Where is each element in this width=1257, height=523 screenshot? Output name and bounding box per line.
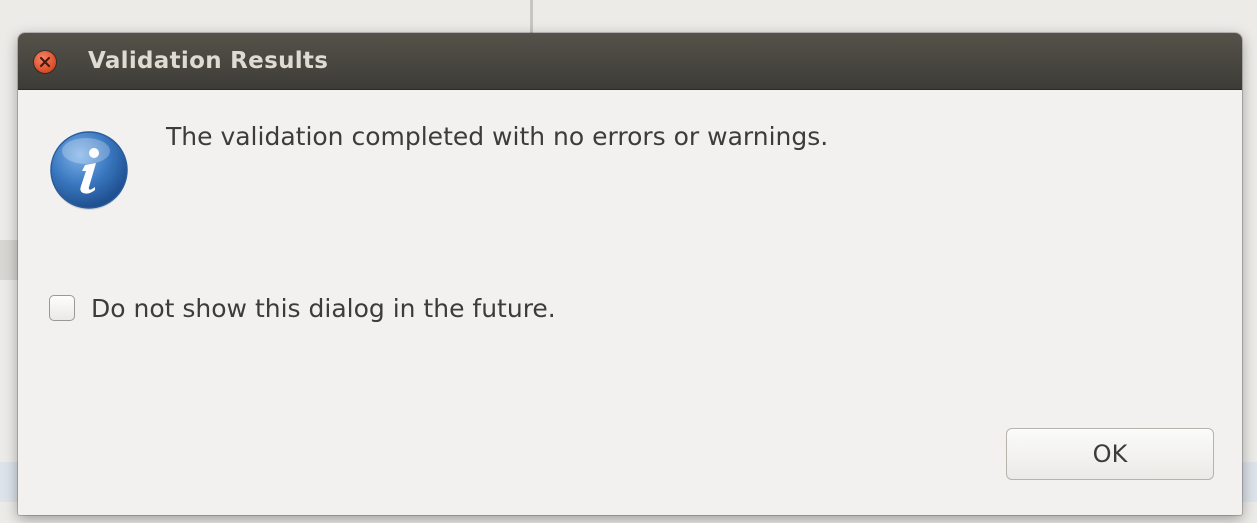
validation-results-dialog: Validation Results The validation comple…: [18, 33, 1242, 515]
background-divider: [530, 0, 533, 36]
ok-button[interactable]: OK: [1006, 428, 1214, 480]
dialog-message: The validation completed with no errors …: [166, 122, 829, 151]
close-button[interactable]: [34, 51, 56, 73]
do-not-show-checkbox[interactable]: [49, 295, 75, 321]
dialog-titlebar: Validation Results: [18, 33, 1242, 90]
dialog-title: Validation Results: [88, 48, 329, 74]
checkbox-label[interactable]: Do not show this dialog in the future.: [91, 294, 556, 323]
background-panel: [0, 240, 20, 280]
do-not-show-checkbox-row[interactable]: Do not show this dialog in the future.: [49, 291, 556, 325]
close-icon: [39, 56, 51, 68]
info-icon: [50, 131, 128, 210]
